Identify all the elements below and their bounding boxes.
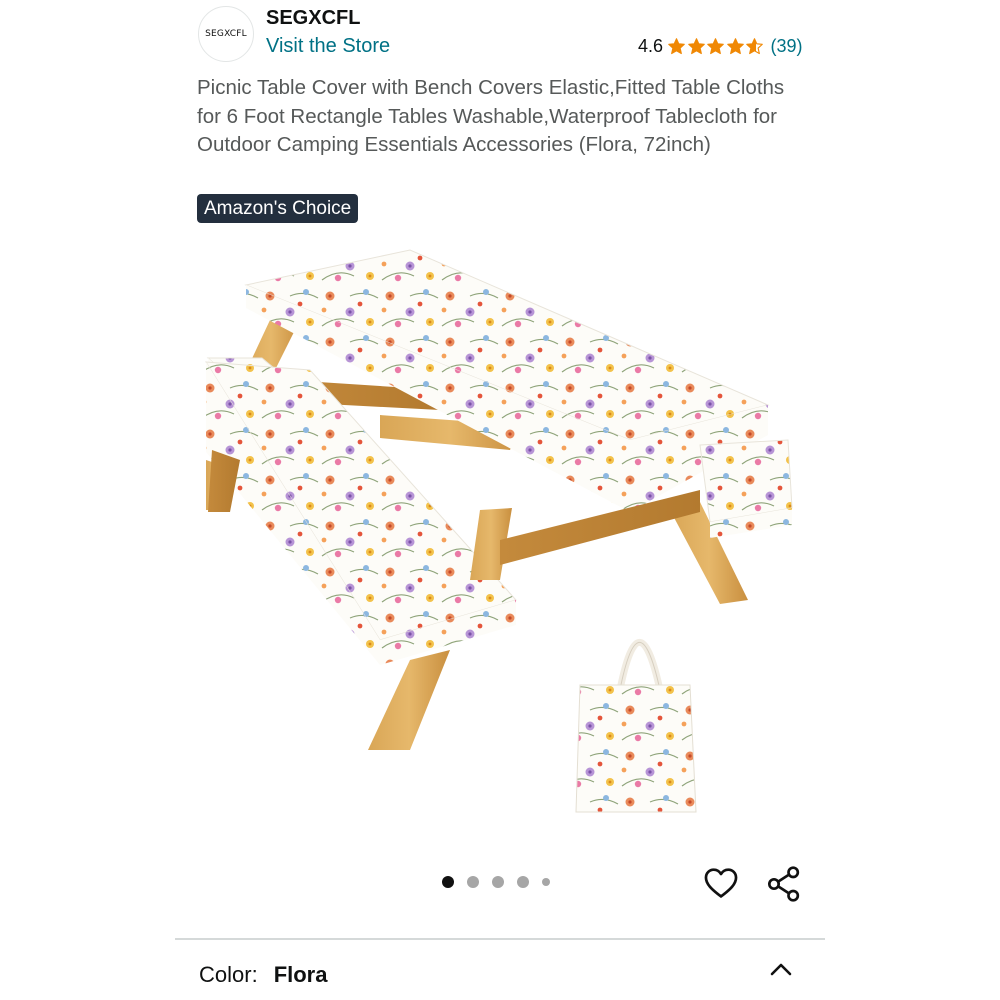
image-carousel-dots: [442, 876, 563, 888]
chevron-up-icon[interactable]: [767, 957, 795, 981]
heart-icon[interactable]: [702, 864, 740, 902]
product-title: Picnic Table Cover with Bench Covers Ela…: [197, 76, 785, 157]
star-icon: [746, 38, 763, 55]
carousel-dot-4[interactable]: [517, 876, 529, 888]
carousel-dot-1[interactable]: [442, 876, 454, 888]
product-image[interactable]: [200, 240, 800, 820]
color-label: Color:: [199, 962, 258, 987]
star-rating: [667, 37, 765, 56]
amazons-choice-badge: Amazon's Choice: [197, 194, 359, 223]
store-logo[interactable]: SEGXCFL: [198, 6, 254, 62]
star-icon: [687, 38, 705, 55]
star-icon: [726, 38, 744, 55]
product-page: SEGXCFL SEGXCFL Visit the Store 4.6 (39)…: [0, 0, 1000, 1000]
brand-name: SEGXCFL: [266, 7, 361, 29]
rating-count-link[interactable]: (39): [771, 36, 803, 57]
section-divider: [175, 938, 825, 940]
carousel-dot-2[interactable]: [467, 876, 479, 888]
rating-summary[interactable]: 4.6 (39): [638, 36, 803, 57]
rating-score: 4.6: [638, 36, 664, 56]
visit-store-link[interactable]: Visit the Store: [266, 35, 390, 58]
star-icon: [707, 38, 724, 55]
store-logo-text: SEGXCFL: [205, 29, 247, 39]
carousel-dot-5[interactable]: [542, 878, 550, 886]
color-value: Flora: [273, 962, 328, 987]
star-icon: [668, 38, 685, 55]
color-variation-row[interactable]: Color: Flora: [199, 962, 327, 988]
share-icon[interactable]: [764, 864, 804, 904]
carousel-dot-3[interactable]: [492, 876, 504, 888]
